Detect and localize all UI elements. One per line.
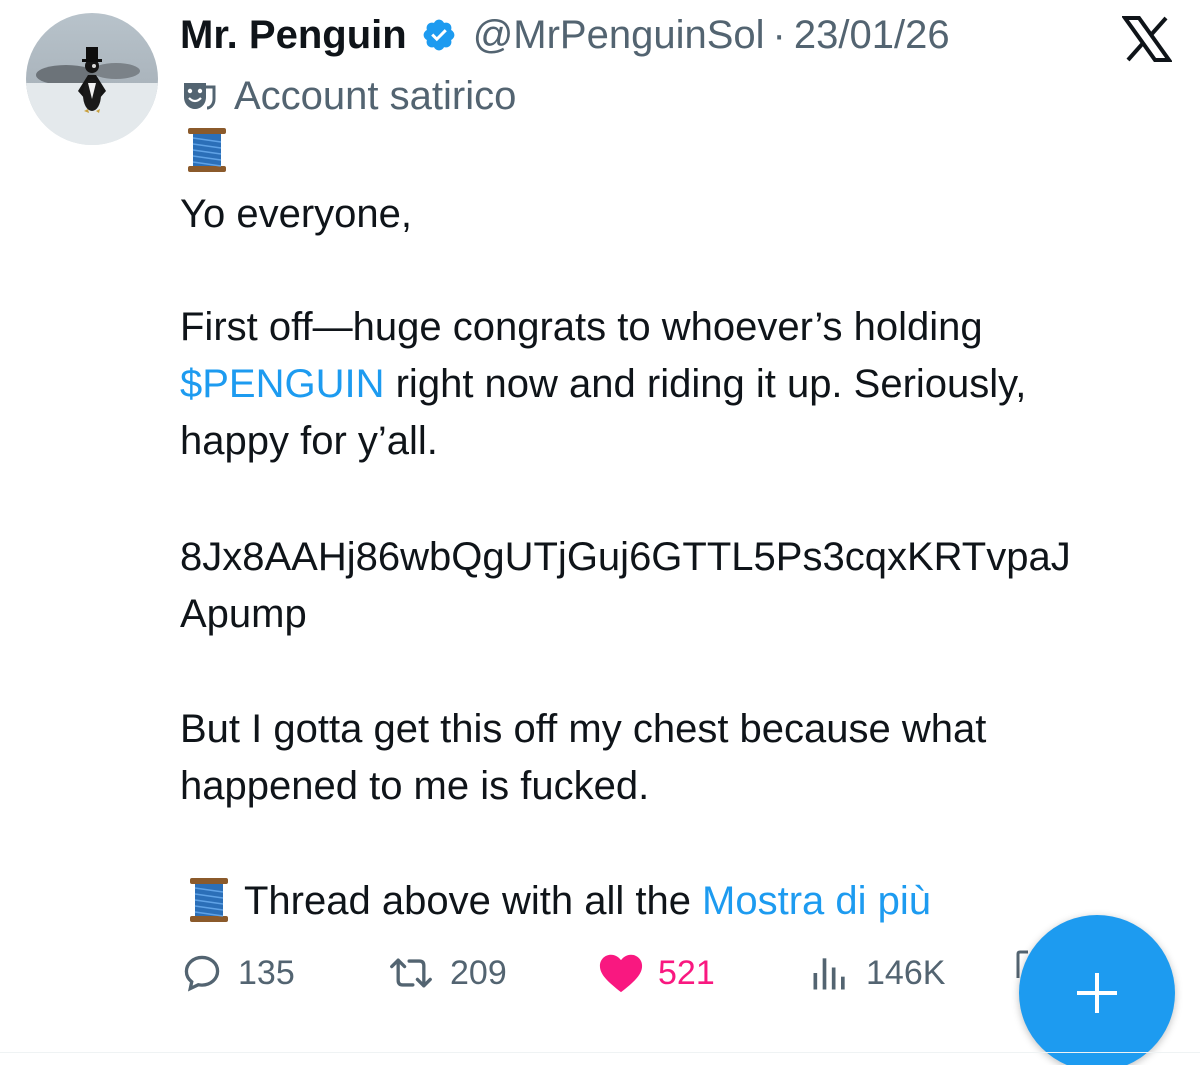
like-button[interactable]: 521 <box>598 945 715 1001</box>
thread-spool-icon <box>186 876 232 924</box>
cashtag-link[interactable]: $PENGUIN <box>180 362 385 406</box>
tweet-text-line: But I gotta get this off my chest becaus… <box>180 707 987 751</box>
tweet-text-line: $PENGUIN right now and riding it up. Ser… <box>180 356 1026 413</box>
like-count: 521 <box>658 953 715 992</box>
view-count: 146K <box>866 953 946 992</box>
tweet-text-line: Thread above with all the Mostra di più <box>244 873 931 930</box>
repost-count: 209 <box>450 953 507 992</box>
heart-icon <box>599 954 643 993</box>
tweet-page: Mr. Penguin @MrPenguinSol · 23/01/26 Acc… <box>0 0 1200 1065</box>
theater-masks-icon <box>180 77 218 115</box>
account-label: Account satirico <box>180 68 516 124</box>
reply-button[interactable]: 135 <box>180 945 295 1001</box>
author-handle[interactable]: @MrPenguinSol <box>473 13 765 58</box>
avatar[interactable] <box>26 13 158 145</box>
tweet-text-fragment: right now and riding it up. Seriously, <box>384 362 1027 406</box>
tweet-date[interactable]: 23/01/26 <box>794 13 950 58</box>
tweet-text-line: happy for y’all. <box>180 419 438 463</box>
account-label-text: Account satirico <box>234 73 517 118</box>
show-more-link[interactable]: Mostra di più <box>702 879 931 923</box>
views-button[interactable]: 146K <box>808 945 945 1001</box>
separator-dot: · <box>772 12 786 57</box>
repost-icon <box>390 958 432 988</box>
plus-icon <box>1077 973 1117 1013</box>
tweet-text-line: First off—huge congrats to whoever’s hol… <box>180 305 983 349</box>
views-icon <box>813 958 845 990</box>
penguin-avatar-image <box>26 13 158 145</box>
tweet-header: Mr. Penguin @MrPenguinSol · 23/01/26 <box>180 10 950 60</box>
author-name[interactable]: Mr. Penguin <box>180 13 407 58</box>
thread-spool-icon <box>184 126 230 174</box>
contract-address-line: 8Jx8AAHj86wbQgUTjGuj6GTTL5Ps3cqxKRTvpaJ <box>180 535 1071 579</box>
reply-count: 135 <box>238 953 295 992</box>
contract-address-line: Apump <box>180 592 307 636</box>
repost-button[interactable]: 209 <box>386 945 507 1001</box>
x-logo-icon[interactable] <box>1121 16 1173 62</box>
verified-badge-icon <box>421 17 457 53</box>
divider <box>0 1052 1200 1053</box>
compose-button[interactable] <box>1019 915 1175 1065</box>
reply-icon <box>184 955 220 992</box>
tweet-text-line: happened to me is fucked. <box>180 764 650 808</box>
thread-text: Thread above with all the <box>244 879 703 923</box>
tweet-text-line: Yo everyone, <box>180 192 413 236</box>
